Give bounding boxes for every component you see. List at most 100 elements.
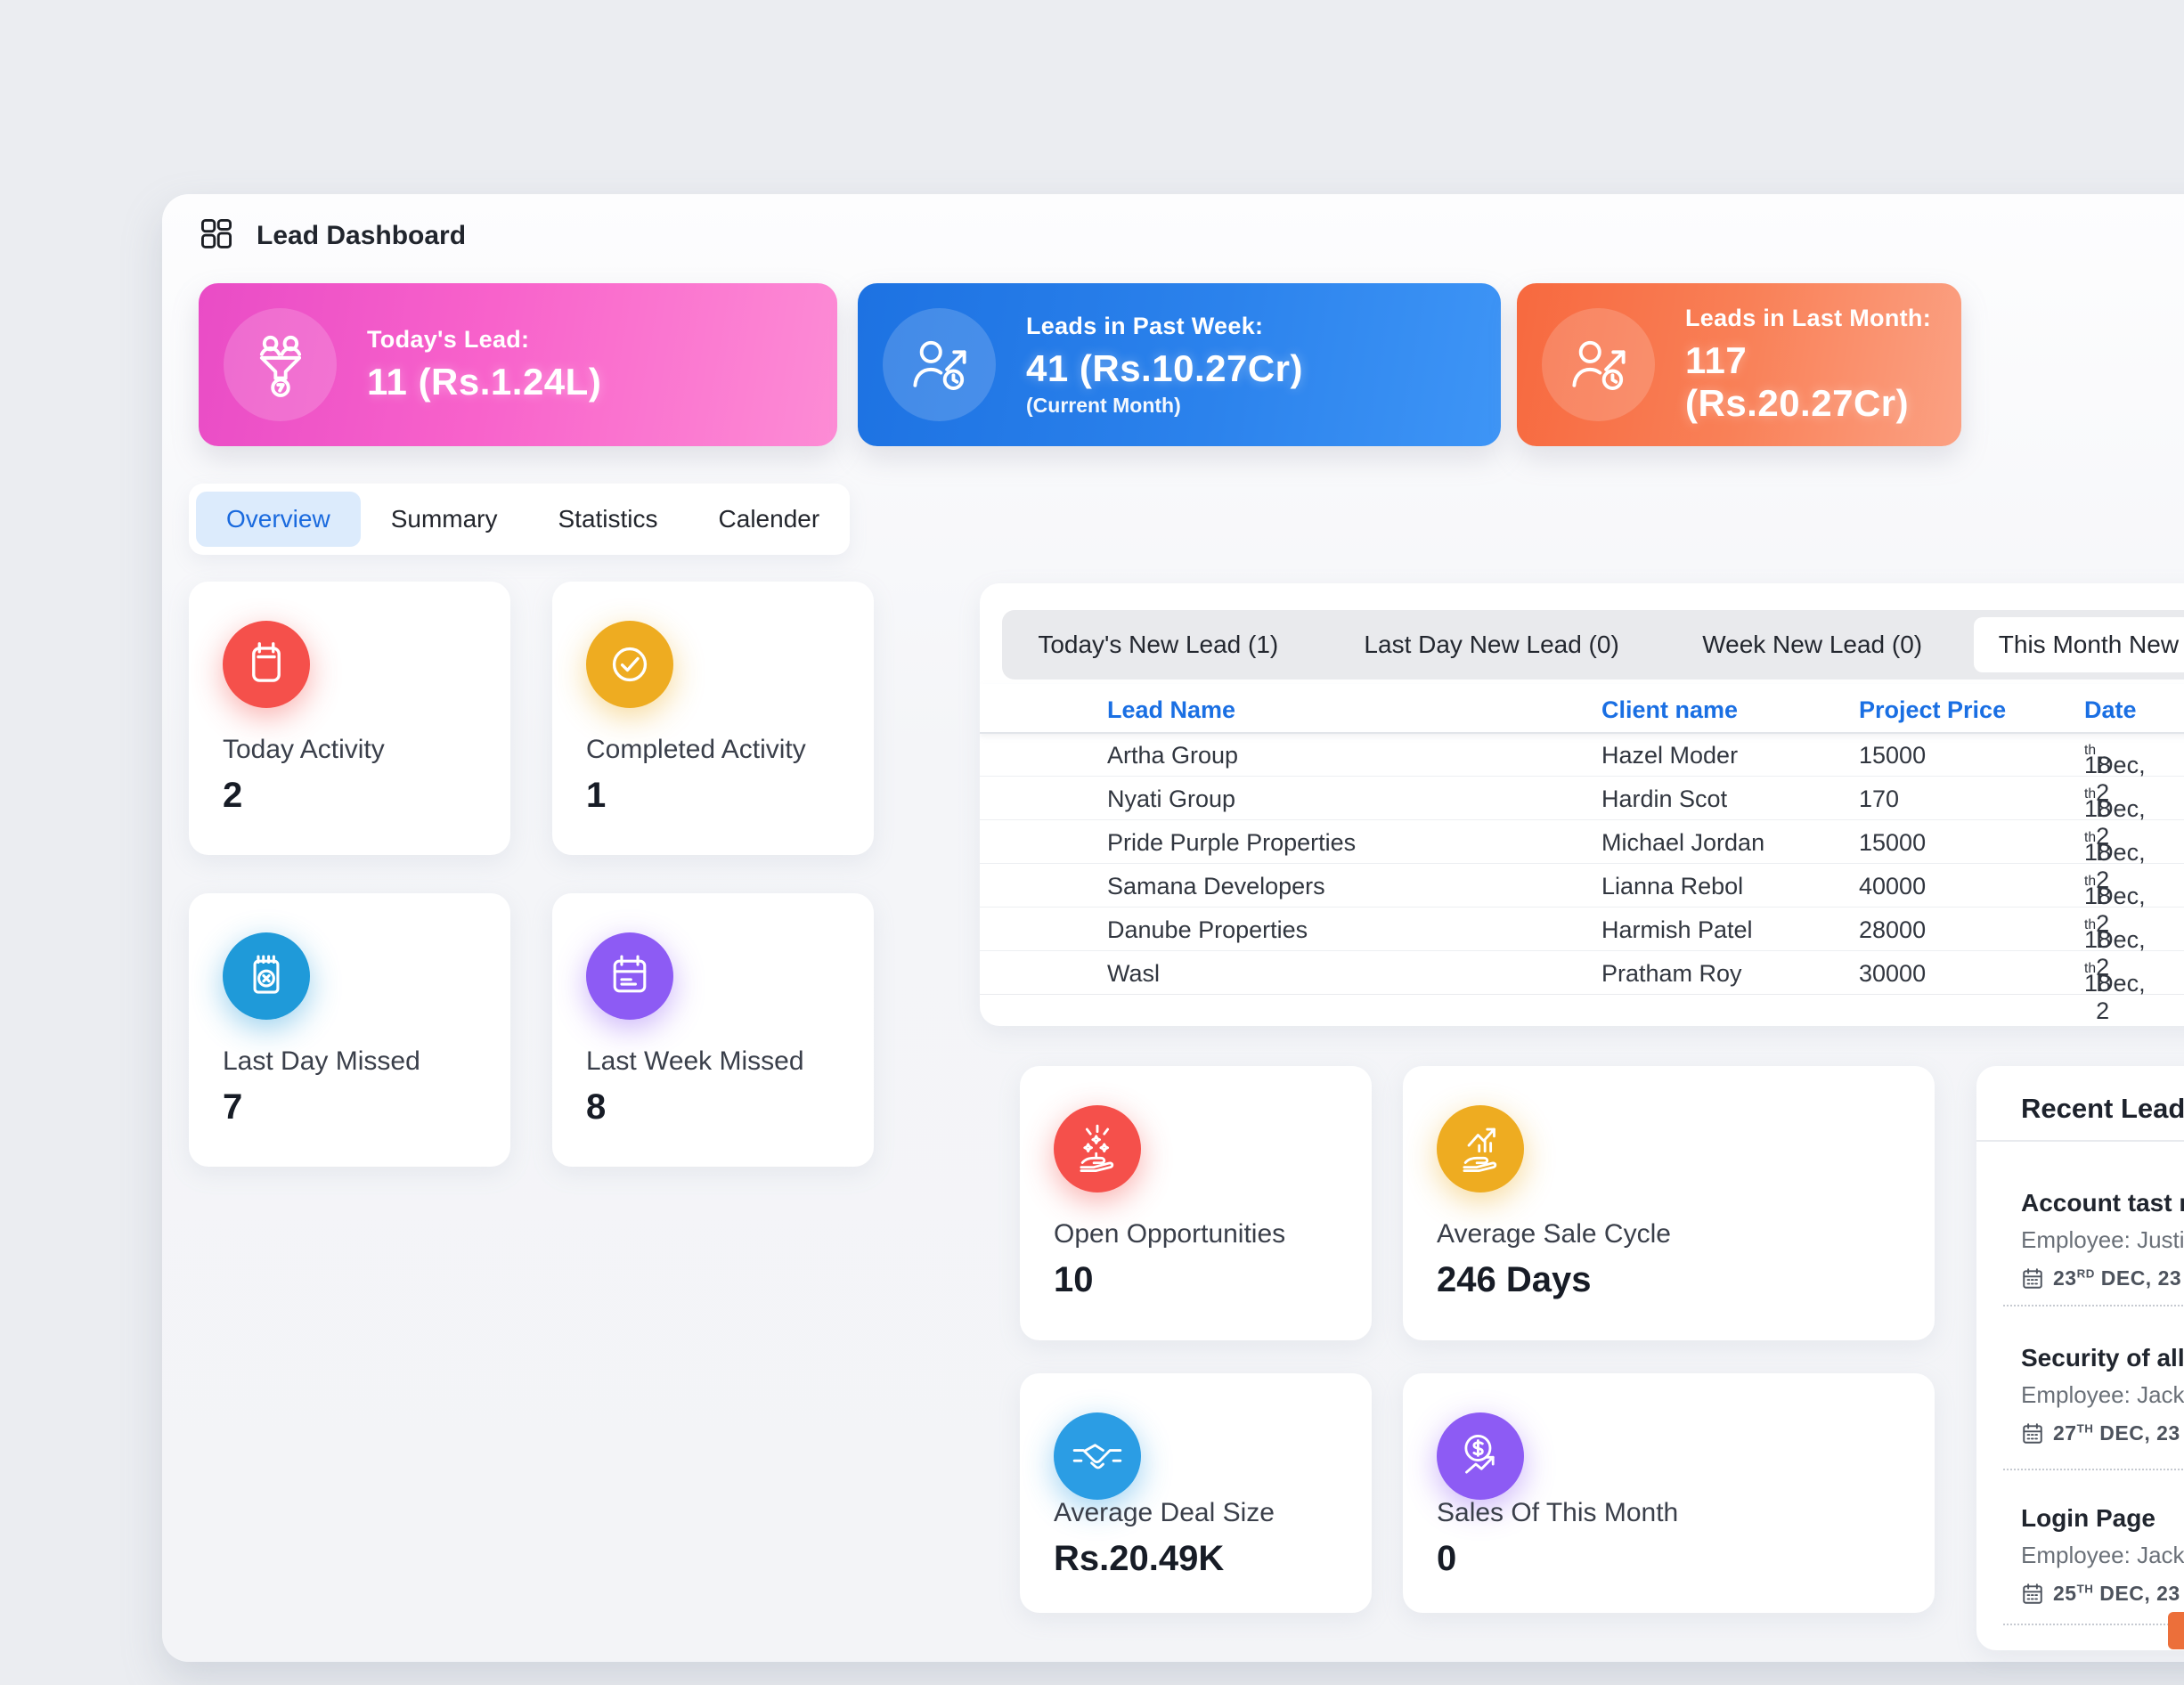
table-row[interactable]: Nyati Group Hardin Scot 170 18th Dec, 2 — [980, 776, 2184, 820]
tab-calender[interactable]: Calender — [689, 492, 851, 547]
cell-lead-name: Samana Developers — [1107, 873, 1325, 900]
card-value: 1 — [586, 776, 606, 816]
cell-date: 18th Dec, 2 — [2084, 960, 2096, 988]
card-completed-activity: Completed Activity 1 — [552, 582, 874, 855]
column-date: Date — [2084, 696, 2137, 724]
card-value: 246 Days — [1437, 1260, 1591, 1300]
task-date: 27TH DEC, 23 — [2021, 1421, 2184, 1445]
cell-project-price: 28000 — [1859, 916, 1926, 944]
stat-note: (Current Month) — [1026, 394, 1303, 418]
dotted-divider — [2003, 1305, 2184, 1306]
task-date: 25TH DEC, 23 — [2021, 1582, 2184, 1606]
tab-this-month-new-lead[interactable]: This Month New Lea — [1974, 617, 2184, 672]
tab-summary[interactable]: Summary — [361, 492, 528, 547]
person-growth-icon — [1542, 308, 1655, 421]
dashboard-grid-icon — [199, 216, 234, 252]
card-value: 10 — [1054, 1260, 1094, 1300]
divider — [1976, 1140, 2184, 1142]
cell-project-price: 15000 — [1859, 829, 1926, 857]
task-employee: Employee: Jack — [2021, 1542, 2184, 1569]
task-date: 23RD DEC, 23 — [2021, 1266, 2184, 1290]
card-last-day-missed: Last Day Missed 7 — [189, 893, 510, 1167]
card-label: Today Activity — [223, 735, 385, 765]
cell-date: 18th Dec, 2 — [2084, 829, 2096, 857]
cell-lead-name: Wasl — [1107, 960, 1160, 988]
calendar-icon — [586, 932, 673, 1020]
cell-client-name: Harmish Patel — [1601, 916, 1753, 944]
person-growth-icon — [883, 308, 996, 421]
check-circle-icon — [586, 621, 673, 708]
tab-week-new-lead[interactable]: Week New Lead (0) — [1669, 631, 1956, 659]
cell-client-name: Hardin Scot — [1601, 786, 1727, 813]
stat-card-todays-lead: Today's Lead: 11 (Rs.1.24L) — [199, 283, 837, 446]
task-title: Account tast ma — [2021, 1189, 2184, 1217]
cell-date: 18th Dec, 2 — [2084, 916, 2096, 944]
card-today-activity: Today Activity 2 — [189, 582, 510, 855]
table-row[interactable]: Samana Developers Lianna Rebol 40000 18t… — [980, 863, 2184, 908]
lead-funnel-icon — [224, 308, 337, 421]
task-title: Login Page — [2021, 1504, 2184, 1533]
recent-lead-tasks-panel: Recent Lead Tas Account tast ma Employee… — [1976, 1066, 2184, 1650]
card-label: Average Sale Cycle — [1437, 1219, 1671, 1250]
cell-project-price: 15000 — [1859, 742, 1926, 769]
table-row[interactable]: Pride Purple Properties Michael Jordan 1… — [980, 819, 2184, 864]
task-employee: Employee: Jack — [2021, 1381, 2184, 1409]
cell-lead-name: Danube Properties — [1107, 916, 1308, 944]
stat-value: 117 (Rs.20.27Cr) — [1685, 339, 1961, 425]
card-open-opportunities: Open Opportunities 10 — [1020, 1066, 1372, 1340]
calendar-icon — [2021, 1422, 2044, 1445]
cell-client-name: Michael Jordan — [1601, 829, 1764, 857]
handshake-icon — [1054, 1412, 1141, 1500]
dotted-divider — [2003, 1469, 2184, 1470]
hand-stars-icon — [1054, 1105, 1141, 1193]
hand-chart-icon — [1437, 1105, 1524, 1193]
card-last-week-missed: Last Week Missed 8 — [552, 893, 874, 1167]
card-value: 8 — [586, 1087, 606, 1127]
calendar-icon — [2021, 1267, 2044, 1290]
stat-value: 41 (Rs.10.27Cr) — [1026, 347, 1303, 390]
tab-last-day-new-lead[interactable]: Last Day New Lead (0) — [1315, 631, 1669, 659]
card-label: Average Deal Size — [1054, 1498, 1275, 1528]
tab-overview[interactable]: Overview — [196, 492, 361, 547]
lead-table-panel: Today's New Lead (1) Last Day New Lead (… — [980, 583, 2184, 1026]
tab-statistics[interactable]: Statistics — [528, 492, 689, 547]
table-row[interactable]: Artha Group Hazel Moder 15000 18th Dec, … — [980, 732, 2184, 777]
feedback-tag-button[interactable] — [2168, 1612, 2184, 1649]
list-item[interactable]: Security of all M Employee: Jack 27TH DE… — [2021, 1344, 2184, 1445]
card-average-sale-cycle: Average Sale Cycle 246 Days — [1403, 1066, 1935, 1340]
table-row[interactable]: Danube Properties Harmish Patel 28000 18… — [980, 907, 2184, 951]
stat-label: Leads in Past Week: — [1026, 313, 1303, 340]
card-average-deal-size: Average Deal Size Rs.20.49K — [1020, 1373, 1372, 1613]
cell-date: 18th Dec, 2 — [2084, 786, 2096, 813]
cell-date: 18th Dec, 2 — [2084, 742, 2096, 769]
column-client-name: Client name — [1601, 696, 1738, 724]
cell-lead-name: Pride Purple Properties — [1107, 829, 1356, 857]
list-item[interactable]: Login Page Employee: Jack 25TH DEC, 23 — [2021, 1504, 2184, 1606]
list-item[interactable]: Account tast ma Employee: Justin 23RD DE… — [2021, 1189, 2184, 1290]
stat-label: Today's Lead: — [367, 326, 601, 354]
card-label: Last Day Missed — [223, 1046, 420, 1077]
cell-lead-name: Artha Group — [1107, 742, 1238, 769]
column-project-price: Project Price — [1859, 696, 2006, 724]
page-title: Lead Dashboard — [257, 221, 466, 251]
card-label: Sales Of This Month — [1437, 1498, 1678, 1528]
card-label: Open Opportunities — [1054, 1219, 1285, 1250]
card-value: Rs.20.49K — [1054, 1539, 1224, 1579]
tab-todays-new-lead[interactable]: Today's New Lead (1) — [1002, 631, 1315, 659]
stat-value: 11 (Rs.1.24L) — [367, 361, 601, 403]
table-header: Lead Name Client name Project Price Date — [980, 684, 2184, 734]
card-value: 2 — [223, 776, 242, 816]
dotted-divider — [2003, 1624, 2184, 1625]
lead-table-tabbar: Today's New Lead (1) Last Day New Lead (… — [1002, 610, 2184, 680]
clipboard-icon — [223, 621, 310, 708]
task-title: Security of all M — [2021, 1344, 2184, 1372]
card-label: Last Week Missed — [586, 1046, 804, 1077]
stat-card-leads-last-month: Leads in Last Month: 117 (Rs.20.27Cr) — [1517, 283, 1961, 446]
cell-client-name: Pratham Roy — [1601, 960, 1742, 988]
cell-client-name: Lianna Rebol — [1601, 873, 1743, 900]
cell-date: 18th Dec, 2 — [2084, 873, 2096, 900]
stat-label: Leads in Last Month: — [1685, 305, 1961, 332]
calendar-icon — [2021, 1583, 2044, 1606]
table-row[interactable]: Wasl Pratham Roy 30000 18th Dec, 2 — [980, 950, 2184, 995]
card-value: 0 — [1437, 1539, 1456, 1579]
